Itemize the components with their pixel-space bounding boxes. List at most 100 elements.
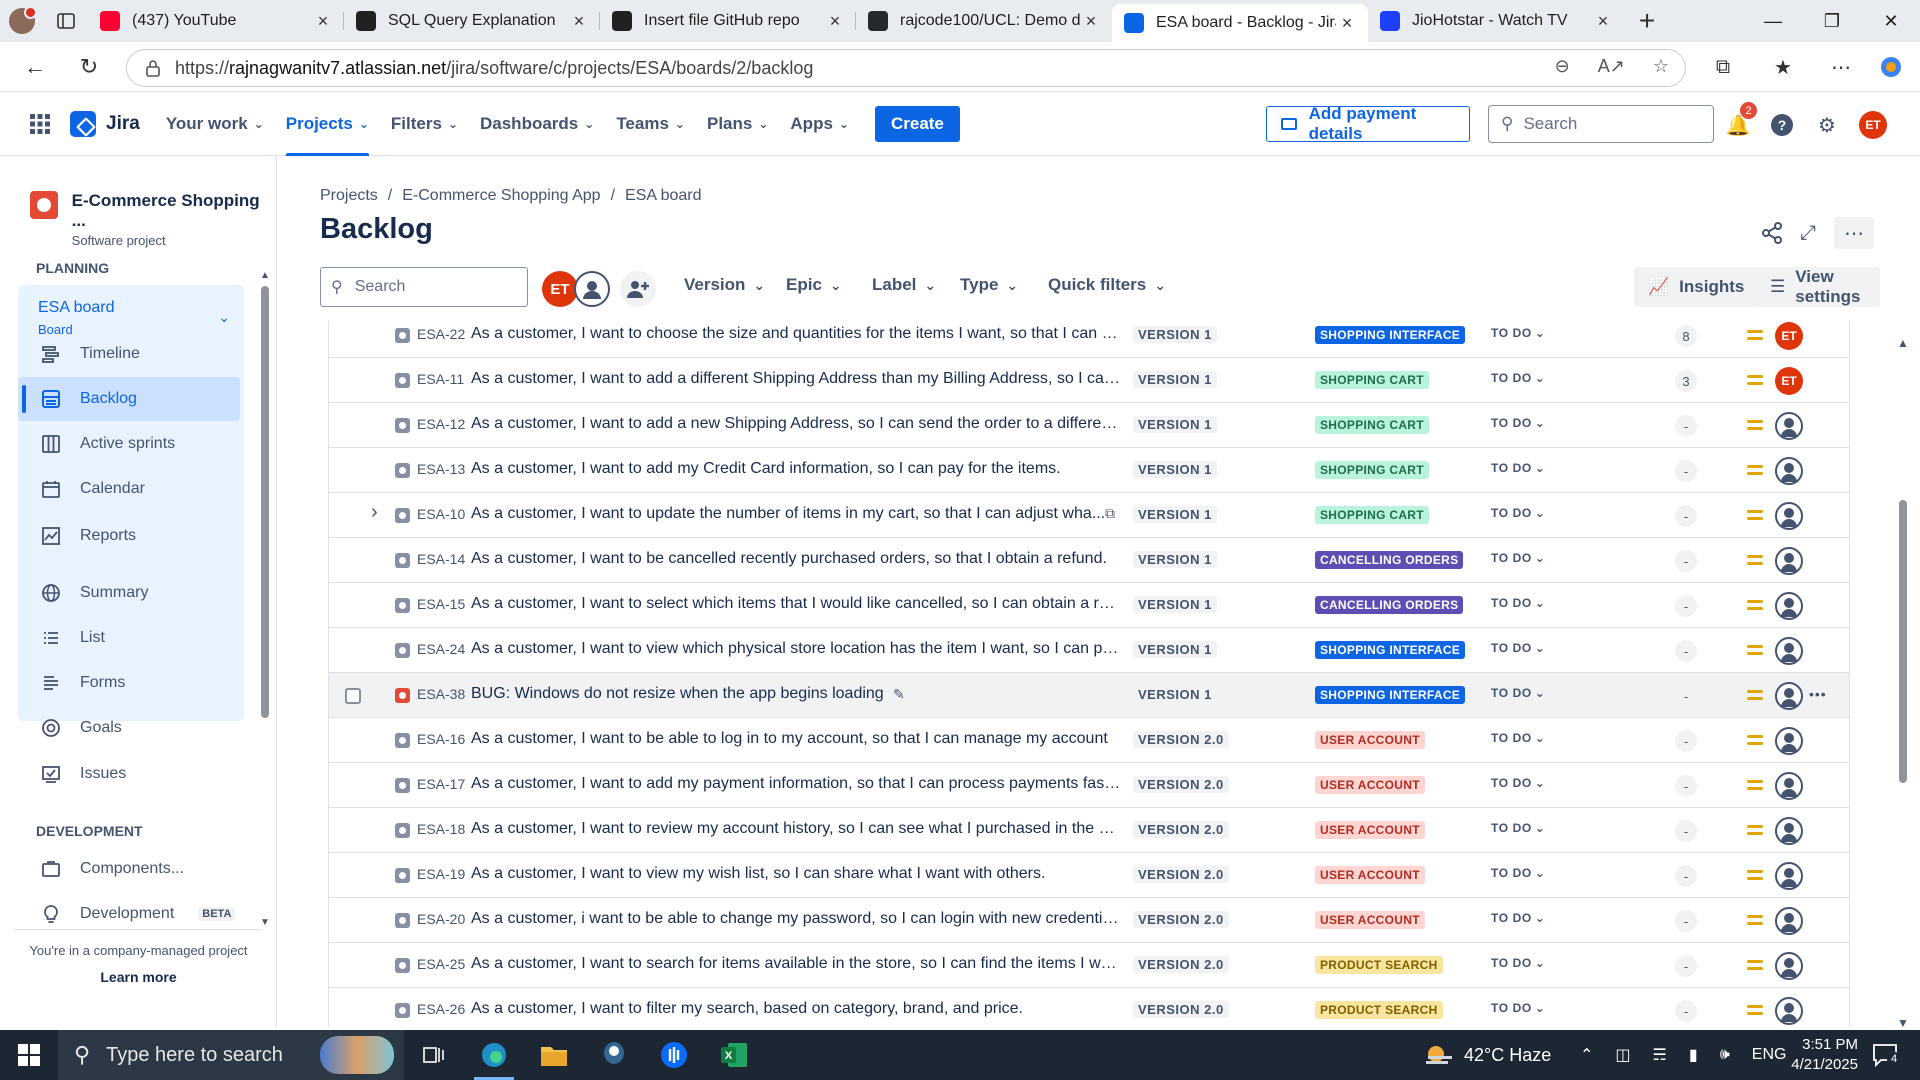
unassigned-avatar-icon[interactable] (1775, 502, 1803, 530)
scroll-up-icon[interactable]: ▲ (260, 270, 270, 281)
unassigned-avatar-icon[interactable] (1775, 727, 1803, 755)
minimize-window-icon[interactable]: — (1744, 0, 1802, 42)
issue-row[interactable]: ESA-15 As a customer, I want to select wh… (329, 583, 1849, 628)
close-tab-icon[interactable]: × (312, 10, 334, 32)
expand-chevron-icon[interactable]: › (371, 501, 378, 524)
epic-lozenge[interactable]: USER ACCOUNT (1315, 821, 1425, 839)
story-points-estimate[interactable]: 8 (1675, 325, 1697, 347)
status-dropdown[interactable]: TO DO ⌄ (1491, 506, 1545, 520)
add-people-icon[interactable] (620, 271, 656, 307)
breadcrumb-item[interactable]: Projects (320, 187, 378, 205)
volume-icon[interactable]: 🕪 (1720, 1046, 1730, 1064)
browser-tab[interactable]: (437) YouTube × (88, 0, 344, 42)
restore-window-icon[interactable]: ❐ (1803, 0, 1861, 42)
sidebar-item-backlog[interactable]: Backlog (18, 377, 240, 421)
story-points-estimate[interactable]: - (1675, 820, 1697, 842)
issue-key[interactable]: ESA-26 (417, 1001, 465, 1017)
issue-key[interactable]: ESA-16 (417, 731, 465, 747)
status-dropdown[interactable]: TO DO ⌄ (1491, 731, 1545, 745)
browser-menu-icon[interactable]: ⋯ (1822, 48, 1860, 86)
unassigned-avatar-icon[interactable] (1775, 997, 1803, 1025)
edit-pencil-icon[interactable]: ✎ (893, 686, 905, 703)
chevron-down-icon[interactable]: ⌄ (218, 309, 230, 326)
new-tab-button[interactable]: + (1624, 0, 1670, 42)
story-points-estimate[interactable]: - (1675, 955, 1697, 977)
story-points-estimate[interactable]: - (1675, 415, 1697, 437)
story-points-estimate[interactable]: - (1675, 910, 1697, 932)
nav-item-teams[interactable]: Teams ⌄ (616, 92, 685, 156)
issue-row[interactable]: ESA-16 As a customer, I want to be able t… (329, 718, 1849, 763)
show-hidden-icons-chevron-icon[interactable]: ⌃ (1580, 1045, 1593, 1065)
scroll-down-icon[interactable]: ▼ (260, 917, 270, 928)
meet-now-icon[interactable]: ◫ (1615, 1045, 1630, 1065)
windows-start-icon[interactable] (0, 1030, 58, 1080)
issue-summary[interactable]: As a customer, I want to view my wish li… (471, 865, 1121, 883)
epic-lozenge[interactable]: USER ACCOUNT (1315, 866, 1425, 884)
story-points-estimate[interactable]: - (1675, 505, 1697, 527)
taskbar-search-input[interactable]: ⚲ Type here to search (58, 1030, 404, 1080)
story-points-estimate[interactable]: - (1675, 730, 1697, 752)
close-tab-icon[interactable]: × (568, 10, 590, 32)
status-dropdown[interactable]: TO DO ⌄ (1491, 1001, 1545, 1015)
view-settings-button[interactable]: ☰ View settings (1756, 267, 1880, 307)
issue-row[interactable]: ESA-12 As a customer, I want to add a new… (329, 403, 1849, 448)
issue-summary[interactable]: As a customer, I want to view which phys… (471, 640, 1121, 658)
unassigned-avatar-icon[interactable] (1775, 772, 1803, 800)
app-switcher-icon[interactable] (14, 113, 66, 134)
epic-lozenge[interactable]: SHOPPING CART (1315, 371, 1429, 389)
unassigned-avatar-icon[interactable] (1775, 412, 1803, 440)
audio-app-icon[interactable] (644, 1030, 704, 1080)
project-header[interactable]: E-Commerce Shopping ... Software project (30, 191, 276, 248)
sidebar-item-reports[interactable]: Reports (18, 514, 240, 558)
issue-summary[interactable]: As a customer, I want to choose the size… (471, 325, 1121, 343)
browser-tab[interactable]: Insert file GitHub repo × (600, 0, 856, 42)
issue-key[interactable]: ESA-13 (417, 461, 465, 477)
share-icon[interactable] (1756, 217, 1788, 249)
status-dropdown[interactable]: TO DO ⌄ (1491, 416, 1545, 430)
issue-key[interactable]: ESA-24 (417, 641, 465, 657)
filter-epic-dropdown[interactable]: Epic ⌄ (786, 275, 842, 295)
filter-type-dropdown[interactable]: Type ⌄ (960, 275, 1018, 295)
epic-lozenge[interactable]: USER ACCOUNT (1315, 731, 1425, 749)
sidebar-scrollbar-thumb[interactable] (261, 286, 269, 718)
reload-icon[interactable]: ↻ (66, 47, 112, 87)
issue-key[interactable]: ESA-15 (417, 596, 465, 612)
issue-row[interactable]: ESA-13 As a customer, I want to add my Cr… (329, 448, 1849, 493)
unassigned-avatar-icon[interactable] (1775, 637, 1803, 665)
issue-key[interactable]: ESA-19 (417, 866, 465, 882)
epic-lozenge[interactable]: SHOPPING INTERFACE (1315, 326, 1466, 344)
issue-row[interactable]: ESA-18 As a customer, I want to review my… (329, 808, 1849, 853)
epic-lozenge[interactable]: PRODUCT SEARCH (1315, 1001, 1443, 1019)
issue-key[interactable]: ESA-25 (417, 956, 465, 972)
issue-row[interactable]: ESA-26 As a customer, I want to filter my… (329, 988, 1849, 1027)
wifi-icon[interactable]: ☴ (1653, 1045, 1667, 1065)
assignee-avatar[interactable]: ET (1775, 322, 1803, 350)
story-points-estimate[interactable]: 3 (1675, 370, 1697, 392)
epic-lozenge[interactable]: SHOPPING CART (1315, 506, 1429, 524)
main-scrollbar-thumb[interactable] (1899, 500, 1907, 783)
issue-row[interactable]: ESA-24 As a customer, I want to view whic… (329, 628, 1849, 673)
assignee-avatar[interactable]: ET (1775, 367, 1803, 395)
story-points-estimate[interactable]: - (1675, 550, 1697, 572)
file-explorer-icon[interactable] (524, 1030, 584, 1080)
user-avatar-button[interactable]: ET (1858, 110, 1888, 140)
issue-key[interactable]: ESA-22 (417, 326, 465, 342)
issue-summary[interactable]: As a customer, I want to select which it… (471, 595, 1121, 613)
read-aloud-icon[interactable]: A↗ (1598, 56, 1625, 77)
issue-summary[interactable]: As a customer, I want to update the numb… (471, 505, 1121, 523)
action-center-icon[interactable]: 4 (1872, 1030, 1901, 1080)
issue-key[interactable]: ESA-10 (417, 506, 465, 522)
favorite-star-icon[interactable]: ☆ (1653, 56, 1669, 77)
browser-tab[interactable]: rajcode100/UCL: Demo dat × (856, 0, 1112, 42)
issue-summary[interactable]: As a customer, I want to search for item… (471, 955, 1121, 973)
issue-summary[interactable]: As a customer, I want to be cancelled re… (471, 550, 1121, 568)
story-points-estimate[interactable]: - (1675, 685, 1697, 707)
battery-icon[interactable]: ▮ (1689, 1045, 1698, 1065)
tab-actions-icon[interactable] (44, 0, 88, 42)
language-indicator[interactable]: ENG (1752, 1046, 1787, 1064)
epic-lozenge[interactable]: SHOPPING CART (1315, 416, 1429, 434)
jira-search-input[interactable]: ⚲ Search (1488, 105, 1714, 143)
epic-lozenge[interactable]: SHOPPING INTERFACE (1315, 686, 1466, 704)
issue-summary[interactable]: As a customer, i want to be able to chan… (471, 910, 1121, 928)
issue-summary[interactable]: As a customer, I want to filter my searc… (471, 1000, 1121, 1018)
